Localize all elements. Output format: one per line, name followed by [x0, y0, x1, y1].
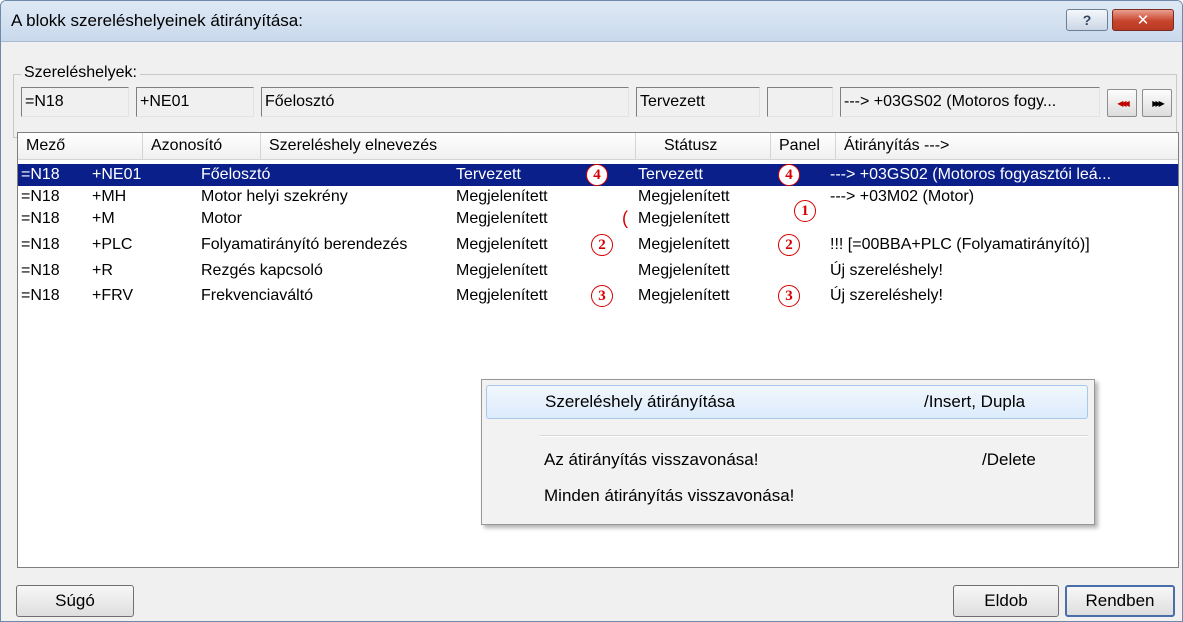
column-header-azonosito[interactable]: Azonosító [143, 133, 261, 159]
cell-mezo: =N18 [21, 236, 60, 253]
marker-badge: 3 [778, 285, 800, 307]
cell-azonosito: +R [92, 262, 113, 279]
ok-button[interactable]: Rendben [1065, 585, 1175, 617]
cell-statusz: Tervezett [456, 166, 521, 183]
cell-azonosito: +M [92, 210, 115, 227]
title-bar: A blokk szereléshelyeinek átirányítása: … [1, 1, 1182, 42]
cell-elnevezes: Főelosztó [201, 166, 271, 183]
cell-statusz: Megjelenített [456, 188, 548, 205]
menu-item-undo-redirect[interactable]: Az átirányítás visszavonása! /Delete [486, 444, 1088, 478]
marker-badge: 2 [591, 234, 613, 256]
fast-forward-icon: ▶▶▶ [1152, 98, 1165, 108]
cell-statusz: Megjelenített [456, 236, 548, 253]
cell-statusz-panel: Megjelenített [638, 210, 730, 227]
cell-elnevezes: Frekvenciaváltó [201, 287, 314, 304]
menu-item-shortcut: /Delete [982, 450, 1036, 469]
table-row[interactable]: =N18 +R Rezgés kapcsoló Megjelenített Me… [18, 260, 1178, 282]
cell-statusz: Megjelenített [456, 262, 548, 279]
cell-statusz: Megjelenített [456, 287, 548, 304]
column-header-mezo[interactable]: Mező [18, 133, 143, 159]
cell-atiranyitas: !!! [=00BBA+PLC (Folyamatirányító)] [830, 236, 1090, 253]
cell-azonosito: +PLC [92, 236, 133, 253]
previous-button[interactable]: ◀◀◀ [1107, 89, 1137, 117]
dialog-window: A blokk szereléshelyeinek átirányítása: … [0, 0, 1183, 622]
marker-badge: 1 [794, 200, 816, 222]
close-icon: ✕ [1136, 12, 1150, 29]
menu-item-shortcut: /Insert, Dupla [924, 392, 1026, 411]
cell-mezo: =N18 [21, 166, 60, 183]
table-row[interactable]: =N18 +PLC Folyamatirányító berendezés Me… [18, 230, 1178, 260]
atiranyitas-field: ---> +03GS02 (Motoros fogy... [840, 87, 1100, 117]
cell-statusz-panel: Tervezett [638, 166, 703, 183]
rewind-icon: ◀◀◀ [1117, 98, 1130, 108]
column-header-statusz[interactable]: Státusz [636, 133, 771, 159]
cell-statusz-panel: Megjelenített [638, 262, 730, 279]
cell-statusz: Megjelenített [456, 210, 548, 227]
close-button[interactable]: ✕ [1112, 9, 1174, 31]
panel-field [767, 87, 833, 117]
cell-statusz-panel: Megjelenített [638, 236, 730, 253]
table-row[interactable]: =N18 +NE01 Főelosztó Tervezett 4 Terveze… [18, 164, 1178, 186]
cell-azonosito: +MH [92, 188, 127, 205]
cell-statusz-panel: Megjelenített [638, 188, 730, 205]
mezo-field: =N18 [21, 87, 129, 117]
menu-item-redirect[interactable]: Szereléshely átirányítása /Insert, Dupla [486, 385, 1088, 419]
cell-atiranyitas: Új szereléshely! [830, 262, 943, 279]
menu-item-label: Az átirányítás visszavonása! [544, 450, 759, 469]
table-row[interactable]: =N18 +M Motor Megjelenített ( Megjelenít… [18, 200, 1178, 230]
cell-azonosito: +NE01 [92, 166, 142, 183]
menu-separator [540, 435, 1088, 437]
window-title: A blokk szereléshelyeinek átirányítása: [11, 11, 303, 30]
table-row[interactable]: =N18 +MH Motor helyi szekrény Megjelenít… [18, 186, 1178, 208]
help-button[interactable]: ? [1066, 9, 1108, 31]
next-button[interactable]: ▶▶▶ [1142, 89, 1172, 117]
column-header-atiranyitas[interactable]: Átirányítás ---> [836, 133, 1178, 159]
marker-badge: 2 [778, 234, 800, 256]
cell-mezo: =N18 [21, 210, 60, 227]
cell-elnevezes: Folyamatirányító berendezés [201, 236, 408, 253]
marker-badge: 4 [778, 164, 800, 186]
table-row[interactable]: =N18 +FRV Frekvenciaváltó Megjelenített … [18, 282, 1178, 310]
statusz-field: Tervezett [636, 87, 760, 117]
list-header: Mező Azonosító Szereléshely elnevezés St… [18, 133, 1178, 160]
marker-badge: 3 [591, 285, 613, 307]
cell-mezo: =N18 [21, 262, 60, 279]
cancel-button[interactable]: Eldob [953, 585, 1059, 617]
cell-atiranyitas: ---> +03M02 (Motor) [830, 188, 975, 205]
cell-statusz-panel: Megjelenített [638, 287, 730, 304]
cell-mezo: =N18 [21, 188, 60, 205]
elnevezes-field: Főelosztó [261, 87, 629, 117]
help-icon: ? [1082, 12, 1092, 28]
menu-item-label: Minden átirányítás visszavonása! [544, 486, 795, 505]
menu-item-label: Szereléshely átirányítása [545, 392, 735, 411]
cell-atiranyitas: Új szereléshely! [830, 287, 943, 304]
cell-elnevezes: Rezgés kapcsoló [201, 262, 323, 279]
cell-mezo: =N18 [21, 287, 60, 304]
context-menu: Szereléshely átirányítása /Insert, Dupla… [481, 379, 1095, 525]
groupbox-label: Szereléshelyek: [21, 64, 140, 82]
marker-badge: 4 [586, 164, 608, 186]
cell-atiranyitas: ---> +03GS02 (Motoros fogyasztói leá... [830, 166, 1112, 183]
help-text-button[interactable]: Súgó [16, 585, 134, 617]
column-header-panel[interactable]: Panel [771, 133, 836, 159]
azonosito-field: +NE01 [136, 87, 254, 117]
cell-elnevezes: Motor helyi szekrény [201, 188, 348, 205]
cell-elnevezes: Motor [201, 210, 242, 227]
cell-azonosito: +FRV [92, 287, 134, 304]
menu-item-undo-all-redirects[interactable]: Minden átirányítás visszavonása! [486, 480, 1088, 514]
marker-partial: ( [622, 208, 628, 228]
column-header-elnevezes[interactable]: Szereléshely elnevezés [261, 133, 636, 159]
